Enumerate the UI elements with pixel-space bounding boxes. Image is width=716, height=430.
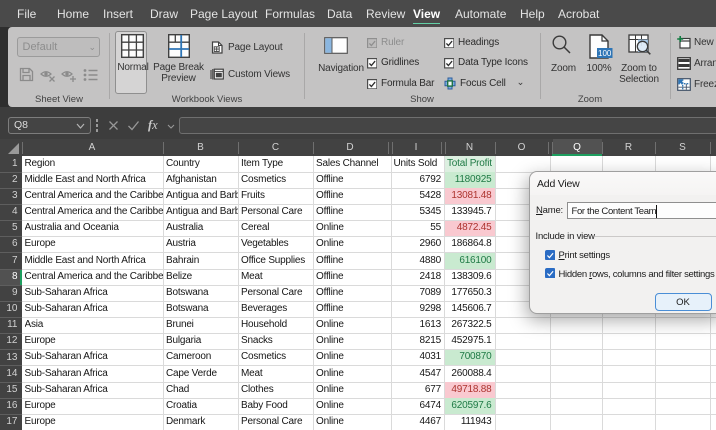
svg-text:100: 100 xyxy=(598,49,612,58)
